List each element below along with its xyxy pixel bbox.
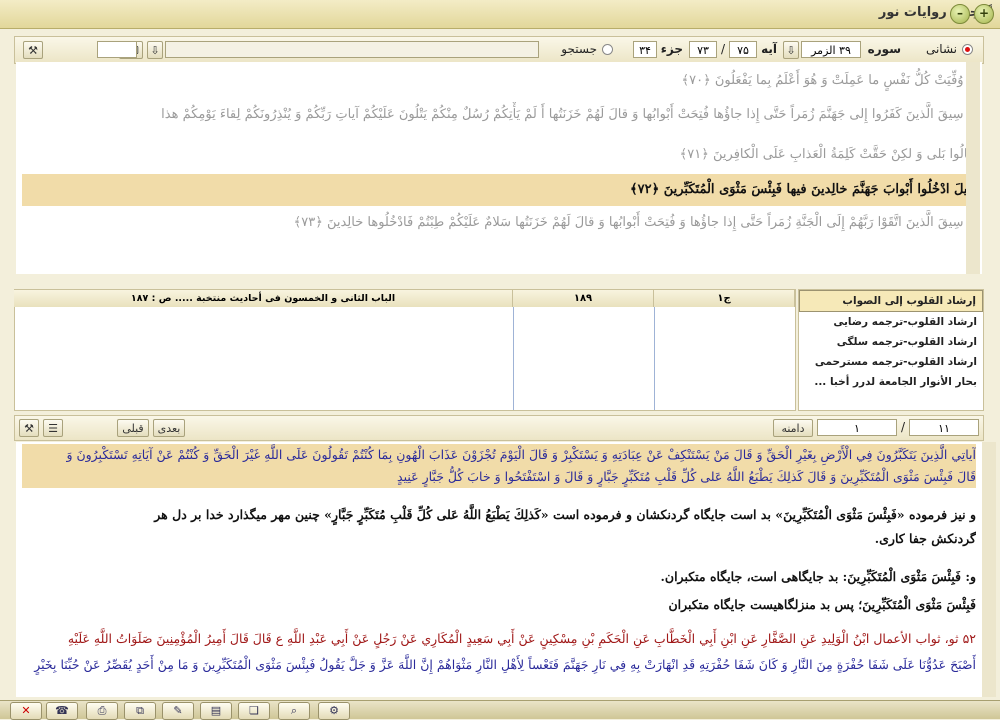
next-button[interactable]: بعدی: [153, 419, 185, 437]
settings-icon[interactable]: ⚙: [318, 702, 350, 720]
chapter-column: الباب الثانی و الخمسون فی أحادیث منتخبة …: [14, 290, 513, 307]
verse-71-part1[interactable]: وَ سِيقَ الَّذينَ كَفَرُوا إِلى‏ جَهَنَّ…: [22, 102, 974, 128]
search-label: جستجو: [561, 42, 597, 56]
title-bar: گنجینه روایات نور – +: [0, 0, 1000, 29]
bookmark-icon[interactable]: ❏: [238, 702, 270, 720]
phone-icon[interactable]: ☎: [46, 702, 78, 720]
quran-scrollbar[interactable]: [966, 62, 980, 274]
aya-label: آیه: [761, 42, 777, 56]
hadith-line-6[interactable]: فَبِئْسَ مَثْوَى الْمُتَكَبِّرِينَ؛ پس ب…: [22, 594, 976, 616]
document-icon[interactable]: ▤: [200, 702, 232, 720]
book-list: إرشاد القلوب إلی الصواب ارشاد القلوب-ترج…: [798, 289, 984, 411]
juz-label: جزء: [660, 42, 683, 56]
verse-73[interactable]: وَ سِيقَ الَّذينَ اتَّقَوْا رَبَّهُمْ إِ…: [22, 210, 974, 236]
juz-field[interactable]: ۳۴: [633, 41, 657, 58]
book-item-irshad[interactable]: إرشاد القلوب إلی الصواب: [799, 290, 983, 312]
hadith-line-4[interactable]: گردنکش جفا کاری.: [22, 528, 976, 550]
note-icon[interactable]: ✎: [162, 702, 194, 720]
aya-field[interactable]: ۷۵: [729, 41, 757, 58]
search-down-button[interactable]: ⇩: [147, 41, 163, 59]
book-item-mostarhami[interactable]: ارشاد القلوب-ترجمه مسترحمی: [799, 352, 983, 372]
hadith-line-1[interactable]: آياتِي الَّذِينَ يَتَكَبَّرُونَ فِي الْأ…: [22, 444, 976, 466]
aya-total: ۷۳: [689, 41, 717, 58]
print-icon[interactable]: ⎙: [86, 702, 118, 720]
hadith-line-7[interactable]: ۵۲ ثو، ثواب الأعمال ابْنُ الْوَلِيدِ عَن…: [22, 628, 976, 650]
verse-70[interactable]: وَ وُفِّيَتْ كُلُّ نَفْسٍ ما عَمِلَتْ وَ…: [22, 68, 975, 94]
aya-separator: /: [720, 42, 725, 56]
column-divider-2: [513, 307, 514, 410]
minimize-button[interactable]: –: [950, 4, 970, 24]
book-item-solgi[interactable]: ارشاد القلوب-ترجمه سلگی: [799, 332, 983, 352]
page-separator: /: [900, 420, 905, 434]
hadith-scrollbar[interactable]: [982, 442, 996, 697]
hadith-toolbar: ۱۱ / ۱ دامنه بعدی قبلی ☰ ⚒: [14, 415, 984, 441]
sura-field[interactable]: ۳۹ الزمر: [801, 41, 861, 58]
bookmark-label: نشانی: [925, 42, 957, 56]
book-item-bihar[interactable]: بحار الأنوار الجامعة لدرر أخبا ...: [799, 372, 983, 392]
prev-button[interactable]: قبلی: [117, 419, 149, 437]
quran-toolbar: نشانی سوره ۳۹ الزمر ⇩ آیه ۷۵ / ۷۳ جزء ۳۴…: [14, 36, 984, 64]
page-number-field[interactable]: ۱۱: [909, 419, 979, 436]
hadith-line-2[interactable]: قَالَ فَبِئْسَ مَثْوَى الْمُتَكَبِّرِينَ…: [22, 466, 976, 488]
verse-71-part2[interactable]: قالُوا بَلى‏ وَ لكِنْ حَقَّتْ كَلِمَةُ ا…: [22, 142, 974, 168]
tools-icon-2[interactable]: ⚒: [19, 419, 39, 437]
hadith-line-5[interactable]: و: فَبِئْسَ مَثْوَى الْمُتَكَبِّرِينَ: ب…: [22, 566, 976, 588]
hadith-text-panel: آياتِي الَّذِينَ يَتَكَبَّرُونَ فِي الْأ…: [16, 442, 982, 697]
verse-72-selected[interactable]: قيلَ ادْخُلُوا أَبْوابَ جَهَنَّمَ خالِدي…: [22, 174, 974, 206]
sura-label: سوره: [867, 42, 901, 56]
aux-field[interactable]: [97, 41, 137, 58]
bottom-toolbar: ✕ ☎ ⎙ ⧉ ✎ ▤ ❏ ⌕ ⚙: [0, 700, 1000, 720]
range-button[interactable]: دامنه: [773, 419, 813, 437]
copy-icon[interactable]: ⧉: [124, 702, 156, 720]
book-item-rezaei[interactable]: ارشاد القلوب-ترجمه رضایی: [799, 312, 983, 332]
tools-icon[interactable]: ⚒: [23, 41, 43, 59]
hadith-line-8[interactable]: أَصْبَحَ عَدُوُّنَا عَلَى شَفَا حُفْرَةٍ…: [22, 654, 976, 676]
list-icon[interactable]: ☰: [43, 419, 63, 437]
maximize-button[interactable]: +: [974, 4, 994, 24]
source-table-panel: ج۱ ۱۸۹ الباب الثانی و الخمسون فی أحادیث …: [14, 289, 796, 411]
volume-column: ج۱: [654, 290, 795, 307]
bookmark-radio[interactable]: [962, 44, 973, 55]
hadith-line-3[interactable]: و نیز فرموده «فَبِئْسَ مَثْوَى الْمُتَكَ…: [22, 504, 976, 526]
search-icon[interactable]: ⌕: [278, 702, 310, 720]
search-input[interactable]: [165, 41, 539, 58]
sura-down-button[interactable]: ⇩: [783, 41, 799, 59]
quran-text-panel: وَ وُفِّيَتْ كُلُّ نَفْسٍ ما عَمِلَتْ وَ…: [16, 62, 982, 274]
page-column: ۱۸۹: [513, 290, 654, 307]
page-range-start[interactable]: ۱: [817, 419, 897, 436]
column-divider-1: [654, 307, 655, 410]
close-icon[interactable]: ✕: [10, 702, 42, 720]
search-radio[interactable]: [602, 44, 613, 55]
